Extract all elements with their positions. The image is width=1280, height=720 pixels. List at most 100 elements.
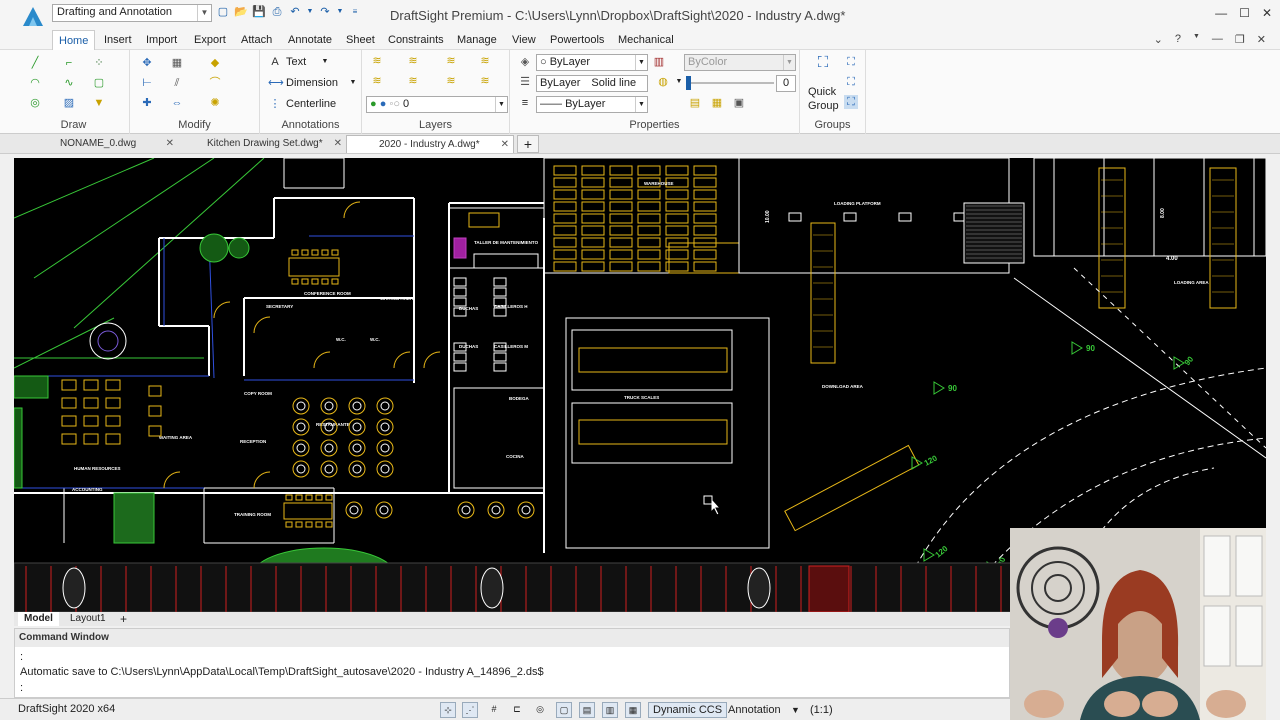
doc-minimize-icon[interactable]: — [1212,33,1223,46]
tab-mechanical[interactable]: Mechanical [612,30,680,50]
undo-dropdown-icon[interactable]: ▼ [306,5,314,19]
arc-icon[interactable]: ◠ [28,76,42,90]
tab-sheet[interactable]: Sheet [340,30,381,50]
rectangle-icon[interactable]: ▢ [92,76,106,90]
layer-manager-icon[interactable]: ≋ [370,54,384,68]
tab-layout1[interactable]: Layout1 [64,612,112,626]
hatch-icon[interactable]: ▨ [62,96,76,110]
explode-icon[interactable]: ✺ [208,96,222,110]
close-icon[interactable]: ✕ [1262,6,1272,20]
text-button[interactable]: Text [286,56,306,68]
customize-qat-icon[interactable]: ≡ [348,5,362,19]
grid-icon[interactable]: # [486,702,502,718]
help-button[interactable]: ? [1175,33,1181,46]
snap-icon[interactable]: ⊹ [440,702,456,718]
lweight-icon[interactable]: ▥ [602,702,618,718]
centerline-button[interactable]: Centerline [286,98,336,110]
stretch-icon[interactable]: ⇔ [170,96,184,110]
doc-tab[interactable]: Kitchen Drawing Set.dwg* ✕ [178,135,346,153]
dynamic-ccs-toggle[interactable]: Dynamic CCS [648,702,728,718]
quick-group-label-1[interactable]: Quick [808,86,836,98]
transparency-slider[interactable] [686,76,774,90]
ortho-icon[interactable]: ⊏ [509,702,525,718]
doc-close-icon[interactable]: ✕ [1257,33,1266,46]
ribbon-options-icon[interactable]: ⌄ [1154,33,1163,46]
close-icon[interactable]: ✕ [334,135,342,153]
polar-icon[interactable]: ◎ [532,702,548,718]
layer-off-icon[interactable]: ≋ [444,74,458,88]
polyline-icon[interactable]: ⌐ [62,56,76,70]
minimize-icon[interactable]: — [1215,6,1227,20]
quick-group-label-2[interactable]: Group [808,100,839,112]
line-icon[interactable]: ╱ [28,56,42,70]
layer-lock-icon[interactable]: ≋ [406,74,420,88]
dimension-button[interactable]: Dimension [286,77,338,89]
etrack-icon[interactable]: ▤ [579,702,595,718]
slider-handle[interactable] [686,76,691,90]
ungroup-icon[interactable]: ⛶ [844,75,858,89]
chevron-down-icon[interactable]: ▼ [791,702,800,718]
trim-icon[interactable]: ⊢ [140,76,154,90]
inquiry-icon[interactable]: ▣ [732,96,746,110]
doc-tab-active[interactable]: 2020 - Industry A.dwg* ✕ [346,135,514,153]
tab-annotate[interactable]: Annotate [282,30,338,50]
spline-icon[interactable]: ∿ [62,76,76,90]
tab-import[interactable]: Import [140,30,183,50]
match-properties-icon[interactable]: ◈ [518,55,532,69]
lineweight-select[interactable]: —— ByLayer ▼ [536,96,648,113]
group-select-icon[interactable]: ⛶ [844,95,858,109]
tab-export[interactable]: Export [188,30,232,50]
tab-home[interactable]: Home [52,30,96,50]
layer-match-icon[interactable]: ≋ [478,74,492,88]
fillet-icon[interactable]: ⌒ [208,76,222,90]
linestyle-select[interactable]: ByLayer Solid line [536,75,648,92]
doc-restore-icon[interactable]: ❐ [1235,33,1245,46]
save-icon[interactable]: 💾 [252,5,266,19]
tab-model[interactable]: Model [18,612,59,626]
points-icon[interactable]: ⁘ [92,56,106,70]
layer-isolate-icon[interactable]: ≋ [478,54,492,68]
layer-state-icon[interactable]: ≋ [406,54,420,68]
transparency-icon[interactable]: ◍ [656,75,670,89]
group-edit-icon[interactable]: ⛶ [844,55,858,69]
maximize-icon[interactable]: ☐ [1239,6,1250,20]
plot-style-select[interactable]: ByColor ▼ [684,54,796,71]
move-icon[interactable]: ✥ [140,56,154,70]
triangle-icon[interactable]: ▼ [92,96,106,110]
workspace-select[interactable]: Drafting and Annotation ▼ [52,4,212,22]
close-icon[interactable]: ✕ [501,136,509,154]
close-icon[interactable]: ✕ [166,135,174,153]
circle-icon[interactable]: ◎ [28,96,42,110]
layer-freeze-icon[interactable]: ≋ [370,74,384,88]
undo-icon[interactable]: ↶ [288,5,302,19]
add-layout-button[interactable]: + [114,612,133,626]
tab-insert[interactable]: Insert [98,30,138,50]
grid-snap-icon[interactable]: ⋰ [462,702,478,718]
copy-icon[interactable]: ▦ [170,56,184,70]
open-folder-icon[interactable]: 📂 [234,5,248,19]
dimension-dropdown-icon[interactable]: ▼ [346,76,360,90]
color-select[interactable]: ○ ByLayer ▼ [536,54,648,71]
doc-tab[interactable]: NONAME_0.dwg ✕ [14,135,178,153]
array-icon[interactable]: ✚ [140,96,154,110]
new-file-icon[interactable]: ▢ [216,5,230,19]
layer-select[interactable]: ● ● ◦○ 0 ▼ [366,96,508,113]
redo-icon[interactable]: ↷ [318,5,332,19]
tab-constraints[interactable]: Constraints [382,30,450,50]
redo-dropdown-icon[interactable]: ▼ [336,5,344,19]
tab-attach[interactable]: Attach [235,30,278,50]
color-palette-icon[interactable]: ▥ [652,55,666,69]
esnap-icon[interactable]: ▢ [556,702,572,718]
new-tab-button[interactable]: + [517,135,539,153]
print-icon[interactable]: ⎙ [270,5,284,19]
transparency-dropdown-icon[interactable]: ▼ [672,75,686,89]
help-dropdown-icon[interactable]: ▼ [1193,33,1200,46]
command-input[interactable]: : [20,682,23,694]
tab-manage[interactable]: Manage [451,30,503,50]
text-dropdown-icon[interactable]: ▼ [318,55,332,69]
quick-group-icon[interactable]: ⛶ [814,55,832,74]
properties-icon[interactable]: ▦ [710,96,724,110]
list-icon[interactable]: ▤ [688,96,702,110]
erase-icon[interactable]: ◆ [208,56,222,70]
layer-previous-icon[interactable]: ≋ [444,54,458,68]
